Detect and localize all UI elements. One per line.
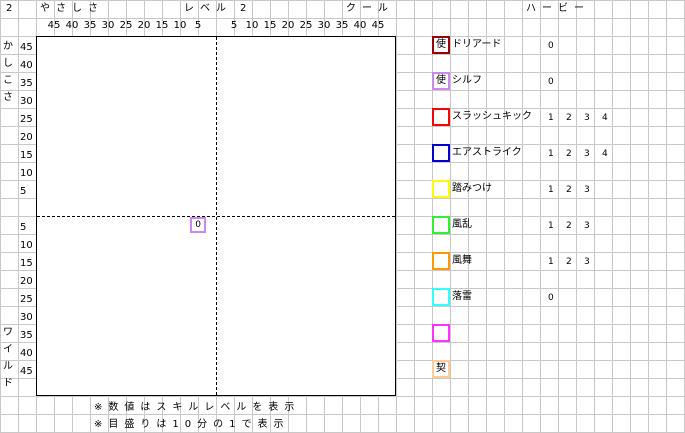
legend-value: 1 — [548, 257, 554, 267]
note-line-1: ※数値はスキルレベルを表示 — [94, 402, 301, 413]
legend-label: 風舞 — [452, 255, 472, 266]
x-tick-label: 35 — [83, 20, 97, 31]
x-tick-label: 5 — [230, 20, 238, 31]
x-tick-label: 5 — [194, 20, 202, 31]
legend-swatch — [432, 108, 450, 126]
y-tick-label: 30 — [20, 96, 33, 107]
x-tick-label: 20 — [281, 20, 295, 31]
legend-value: 2 — [566, 149, 572, 159]
legend-values: 1 2 3 — [548, 220, 602, 232]
data-point: 0 — [190, 216, 207, 233]
y-tick-label: 40 — [20, 348, 33, 359]
legend-swatch: 使 — [432, 72, 450, 90]
y-tick-label: 35 — [20, 78, 33, 89]
x-tick-label: 25 — [299, 20, 313, 31]
x-tick-label: 45 — [371, 20, 385, 31]
scatter-plot-area: 0 — [36, 36, 396, 396]
y-tick-label: 5 — [20, 186, 27, 197]
legend-value: 3 — [584, 149, 590, 159]
y-tick-label: 10 — [20, 168, 33, 179]
y-tick-label: 25 — [20, 294, 33, 305]
y-tick-label: 30 — [20, 312, 33, 323]
y-tick-label: 5 — [20, 222, 27, 233]
legend-value: 2 — [566, 257, 572, 267]
x-tick-label: 35 — [335, 20, 349, 31]
x-tick-label: 20 — [137, 20, 151, 31]
legend-swatch — [432, 180, 450, 198]
legend-value: 1 — [548, 149, 554, 159]
legend-value: 0 — [548, 293, 554, 303]
legend-value: 3 — [584, 113, 590, 123]
legend-swatch: 使 — [432, 36, 450, 54]
y-tick-label: 15 — [20, 150, 33, 161]
legend-label: シルフ — [452, 75, 482, 86]
x-left-title: やさしさ — [40, 3, 104, 14]
legend-values: 0 — [548, 40, 566, 52]
legend-value: 1 — [548, 185, 554, 195]
legend-values: 1 2 3 4 — [548, 148, 620, 160]
legend-value: 2 — [566, 113, 572, 123]
legend-value: 2 — [566, 185, 572, 195]
y-tick-label: 45 — [20, 42, 33, 53]
x-tick-label: 10 — [245, 20, 259, 31]
y-tick-label: 20 — [20, 132, 33, 143]
legend-value: 3 — [584, 185, 590, 195]
legend-values: 1 2 3 — [548, 184, 602, 196]
y-top-title: かしこさ — [3, 41, 13, 103]
y-tick-label: 35 — [20, 330, 33, 341]
x-tick-label: 30 — [317, 20, 331, 31]
legend-value: 0 — [548, 77, 554, 87]
legend-values: 0 — [548, 292, 566, 304]
x-tick-label: 40 — [353, 20, 367, 31]
x-tick-label: 10 — [173, 20, 187, 31]
x-mid-number: 2 — [240, 3, 247, 14]
legend-values: 1 2 3 — [548, 256, 602, 268]
legend-swatch — [432, 324, 450, 342]
legend-label: ドリアード — [452, 39, 502, 50]
x-mid-title: レベル — [184, 3, 232, 14]
right-title: ハービー — [526, 3, 590, 14]
legend-value: 1 — [548, 221, 554, 231]
x-right-title: クール — [346, 3, 394, 14]
legend-label: 落雷 — [452, 291, 472, 302]
y-tick-label: 45 — [20, 366, 33, 377]
legend-label: エアストライク — [452, 147, 522, 158]
y-tick-label: 15 — [20, 258, 33, 269]
legend-swatch — [432, 216, 450, 234]
legend-swatch: 契 — [432, 360, 450, 378]
legend-value: 4 — [602, 149, 608, 159]
y-axis-line — [216, 37, 217, 395]
legend-value: 2 — [566, 221, 572, 231]
y-tick-label: 10 — [20, 240, 33, 251]
legend-label: 風乱 — [452, 219, 472, 230]
legend-swatch — [432, 144, 450, 162]
legend-value: 0 — [548, 41, 554, 51]
legend-value: 4 — [602, 113, 608, 123]
x-tick-label: 25 — [119, 20, 133, 31]
legend-value: 3 — [584, 257, 590, 267]
legend-label: 踏みつけ — [452, 183, 492, 194]
legend-swatch — [432, 288, 450, 306]
legend-values: 0 — [548, 76, 566, 88]
note-line-2: ※目盛りは10分の1で表示 — [94, 419, 290, 430]
legend-value: 3 — [584, 221, 590, 231]
legend-label: スラッシュキック — [452, 111, 532, 122]
legend-swatch — [432, 252, 450, 270]
corner-number: 2 — [6, 3, 13, 14]
x-tick-label: 15 — [263, 20, 277, 31]
y-tick-label: 40 — [20, 60, 33, 71]
x-tick-label: 45 — [47, 20, 61, 31]
x-tick-label: 30 — [101, 20, 115, 31]
y-tick-label: 25 — [20, 114, 33, 125]
legend-values: 1 2 3 4 — [548, 112, 620, 124]
x-tick-label: 40 — [65, 20, 79, 31]
x-tick-label: 15 — [155, 20, 169, 31]
y-bottom-title: ワイルド — [3, 327, 13, 389]
legend-value: 1 — [548, 113, 554, 123]
y-tick-label: 20 — [20, 276, 33, 287]
